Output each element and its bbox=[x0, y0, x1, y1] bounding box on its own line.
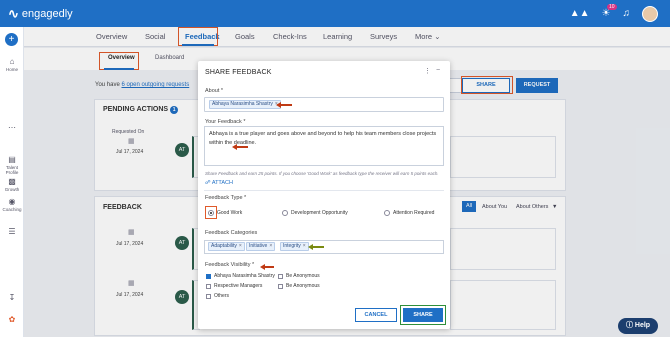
checkbox-label: Abhaya Narasimha Shastry bbox=[214, 273, 275, 279]
remove-chip-icon[interactable]: × bbox=[239, 243, 242, 249]
app-logo-icon: ✿ bbox=[8, 315, 16, 324]
feedback-arrow bbox=[232, 144, 248, 149]
about-chip[interactable]: Abhaya Narasimha Shastry× bbox=[209, 100, 281, 109]
radio-dot bbox=[384, 210, 390, 216]
left-rail: + ⌂ Home ⋯ ▤ Talent Profile ▩ Growth ◉ C… bbox=[0, 27, 24, 337]
remove-chip-icon[interactable]: × bbox=[269, 243, 272, 249]
checkbox bbox=[206, 283, 211, 289]
team-icon[interactable]: ▲▲ bbox=[570, 8, 590, 19]
paperclip-icon: ☍ bbox=[205, 180, 211, 186]
close-icon[interactable]: − bbox=[436, 67, 440, 74]
logo-icon: ∿ bbox=[8, 5, 19, 21]
notification-badge: 10 bbox=[606, 4, 617, 10]
category-chip-integrity[interactable]: Integrity × bbox=[280, 242, 309, 251]
about-chip-text: Abhaya Narasimha Shastry bbox=[212, 101, 273, 107]
modal-title: SHARE FEEDBACK bbox=[205, 69, 272, 76]
radio-development-opportunity[interactable]: Development Opportunity bbox=[282, 210, 348, 216]
brand-name: engagedly bbox=[21, 7, 73, 20]
help-icon: ⓘ bbox=[625, 322, 633, 329]
menu-icon[interactable]: ☰ bbox=[0, 227, 24, 237]
checkbox-label: Be Anonymous bbox=[286, 283, 320, 289]
checkbox bbox=[278, 283, 283, 289]
rail-label: Home bbox=[5, 67, 18, 72]
visibility-option-3[interactable]: Respective Managers bbox=[206, 283, 262, 289]
chip-text: Initiative bbox=[249, 243, 268, 249]
growth-icon: ▩ bbox=[8, 177, 16, 186]
feedback-type-label: Feedback Type * bbox=[205, 195, 247, 201]
rail-item-growth[interactable]: ▩ Growth bbox=[0, 177, 24, 192]
categories-arrow bbox=[308, 244, 324, 249]
visibility-arrow bbox=[260, 264, 274, 269]
checkbox-label: Be Anonymous bbox=[286, 273, 320, 279]
rail-label: Growth bbox=[4, 187, 20, 192]
add-icon[interactable]: + bbox=[5, 33, 18, 46]
category-chip-adaptability[interactable]: Adaptability × bbox=[208, 242, 245, 251]
checkbox-label: Others bbox=[214, 293, 230, 299]
checkbox bbox=[206, 293, 211, 299]
points-hint: Share Feedback and earn 25 points. If yo… bbox=[205, 171, 439, 176]
top-bar: ∿ engagedly ▲▲ ☀ 10 ♫ bbox=[0, 0, 670, 27]
attach-link[interactable]: ☍ ATTACH bbox=[205, 180, 233, 186]
cancel-button[interactable]: CANCEL bbox=[355, 308, 397, 322]
rail-item-home[interactable]: ⌂ Home bbox=[0, 57, 24, 72]
modal-menu-icon[interactable]: ⋮ bbox=[424, 67, 431, 75]
feedback-visibility-label: Feedback Visibility * bbox=[205, 262, 255, 268]
radio-label: Good Work bbox=[217, 210, 243, 216]
coaching-icon: ◉ bbox=[8, 197, 16, 206]
visibility-option-1[interactable]: Abhaya Narasimha Shastry bbox=[206, 273, 275, 279]
about-label: About * bbox=[205, 88, 224, 94]
radio-dot bbox=[282, 210, 288, 216]
category-chip-initiative[interactable]: Initiative × bbox=[246, 242, 276, 251]
attach-label: ATTACH bbox=[211, 180, 233, 186]
help-label: Help bbox=[634, 322, 651, 329]
help-button[interactable]: ⓘ Help bbox=[618, 318, 658, 334]
your-feedback-text: Abhaya is a true player and goes above a… bbox=[209, 131, 437, 146]
rail-item-coaching[interactable]: ◉ Coaching bbox=[0, 197, 24, 212]
home-icon: ⌂ bbox=[9, 57, 15, 66]
download-icon[interactable]: ↧ bbox=[0, 293, 24, 303]
divider bbox=[204, 190, 444, 191]
remove-chip-icon[interactable]: × bbox=[303, 243, 306, 249]
rail-label: Talent Profile bbox=[5, 165, 19, 175]
your-feedback-label: Your Feedback * bbox=[205, 119, 246, 125]
radio-label: Attention Required bbox=[393, 210, 435, 216]
checkbox bbox=[278, 273, 283, 279]
chip-text: Adaptability bbox=[211, 243, 237, 249]
visibility-option-2[interactable]: Be Anonymous bbox=[278, 273, 320, 279]
rewards-icon[interactable]: ☀ 10 bbox=[602, 4, 617, 19]
checkbox-label: Respective Managers bbox=[214, 283, 263, 289]
about-arrow bbox=[276, 102, 292, 107]
good-work-highlight bbox=[205, 206, 217, 219]
rail-item-talent-profile[interactable]: ▤ Talent Profile bbox=[0, 155, 24, 175]
profile-icon: ▤ bbox=[8, 155, 16, 164]
chip-text: Integrity bbox=[283, 243, 301, 249]
radio-attention-required[interactable]: Attention Required bbox=[384, 210, 434, 216]
checkbox bbox=[206, 273, 211, 279]
share-button-highlight bbox=[400, 305, 446, 325]
feedback-categories-label: Feedback Categories bbox=[205, 230, 258, 236]
radio-label: Development Opportunity bbox=[291, 210, 348, 216]
brand-logo[interactable]: ∿ engagedly bbox=[8, 6, 73, 22]
more-dots-icon[interactable]: ⋯ bbox=[0, 123, 24, 133]
user-avatar[interactable] bbox=[642, 5, 658, 22]
bell-icon[interactable]: ♫ bbox=[623, 8, 631, 19]
visibility-option-5[interactable]: Others bbox=[206, 293, 229, 299]
visibility-option-4[interactable]: Be Anonymous bbox=[278, 283, 320, 289]
rail-label: Coaching bbox=[2, 207, 22, 212]
